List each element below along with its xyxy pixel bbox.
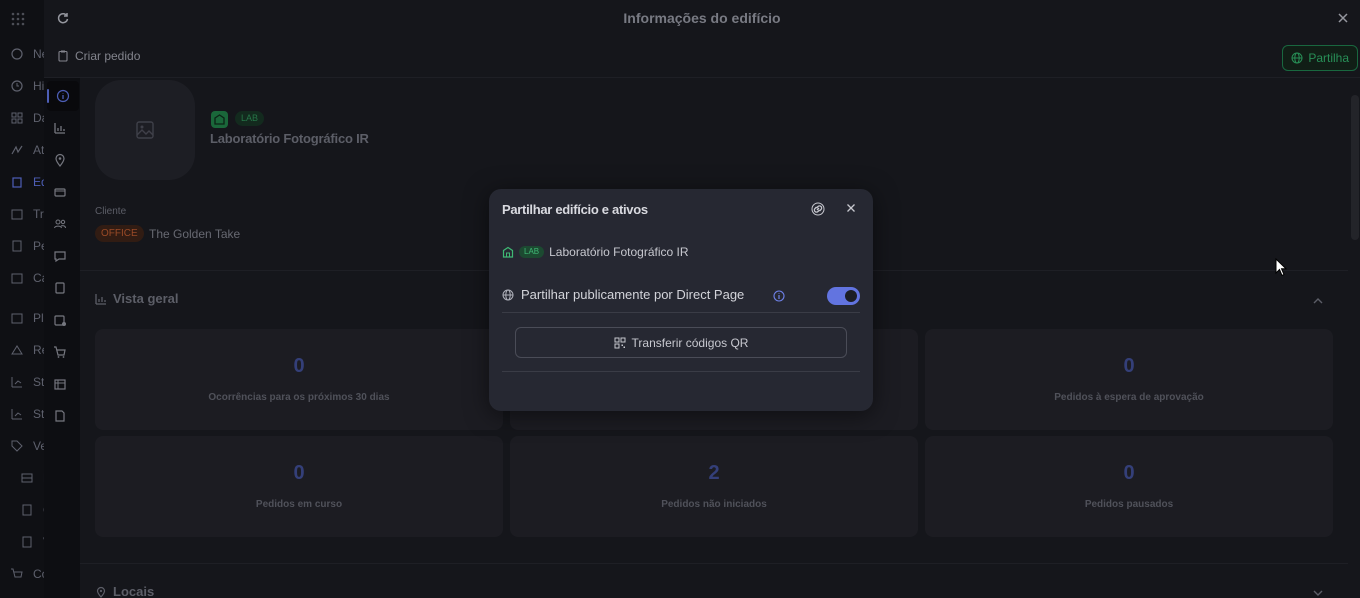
modal-building-row: LAB Laboratório Fotográfico IR — [502, 245, 689, 259]
globe-icon — [502, 289, 514, 301]
mouse-cursor-icon — [1275, 258, 1288, 277]
modal-building-tag: LAB — [519, 246, 545, 258]
download-qr-codes-button[interactable]: Transferir códigos QR — [515, 327, 847, 358]
building-icon — [502, 246, 514, 258]
toggle-knob — [845, 290, 857, 302]
qr-code-icon — [614, 337, 626, 348]
modal-title: Partilhar edifício e ativos — [502, 202, 648, 217]
close-icon[interactable] — [845, 202, 857, 214]
qr-button-label: Transferir códigos QR — [631, 335, 749, 350]
copy-link-icon[interactable] — [811, 202, 825, 216]
share-modal: Partilhar edifício e ativos LAB Laborató… — [489, 189, 873, 411]
public-share-row: Partilhar publicamente por Direct Page — [502, 286, 860, 313]
divider — [502, 371, 860, 372]
public-share-toggle[interactable] — [827, 287, 860, 305]
info-icon[interactable] — [773, 290, 785, 302]
public-share-label: Partilhar publicamente por Direct Page — [521, 287, 745, 302]
modal-building-name: Laboratório Fotográfico IR — [549, 245, 689, 259]
